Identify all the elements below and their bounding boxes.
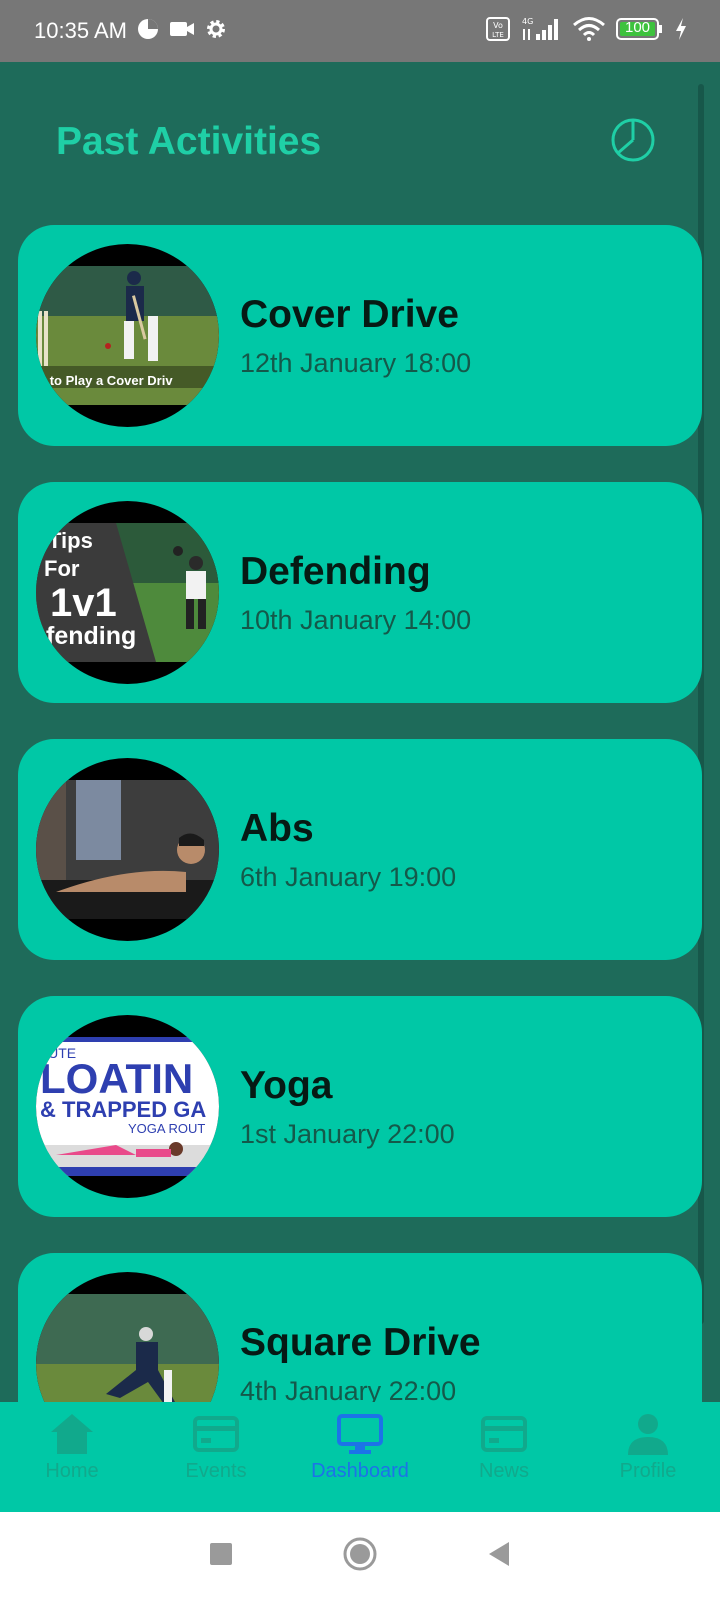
nav-item-news[interactable]: News [432,1402,576,1512]
activity-date: 6th January 19:00 [240,862,457,892]
history-icon[interactable] [610,117,656,163]
nav-label: Events [185,1460,247,1482]
activity-thumbnail: w to Play a Cover Driv [36,244,219,427]
activity-date: 1st January 22:00 [240,1119,455,1149]
system-navigation-bar [0,1512,720,1600]
activity-title: Cover Drive [240,293,459,336]
thumbnail-caption: fending [46,622,137,650]
pie-icon [137,18,159,45]
battery-level: 100 [624,18,651,36]
battery-icon: 100 [616,17,664,46]
nav-label: News [478,1460,529,1482]
nav-label: Home [45,1460,99,1482]
activity-date: 10th January 14:00 [240,605,472,635]
activity-card[interactable]: Abs 6th January 19:00 [18,739,702,960]
bottom-navigation: Home Events Dashboard News Profile [0,1402,720,1512]
activity-date: 4th January 22:00 [240,1376,457,1402]
nav-item-events[interactable]: Events [144,1402,288,1512]
thumbnail-caption: For [44,556,80,581]
volte-icon: Vo LTE [486,16,510,46]
activity-card[interactable]: NUTE LOATIN & TRAPPED GA YOGA ROUT Yoga … [18,996,702,1217]
thumbnail-caption: 1v1 [50,581,117,625]
svg-text:LTE: LTE [492,31,504,39]
back-button[interactable] [487,1541,511,1572]
page-title: Past Activities [56,120,322,163]
thumbnail-caption: Tips [48,528,93,553]
activity-title: Abs [240,807,314,850]
recents-button[interactable] [209,1542,233,1571]
activity-date: 12th January 18:00 [240,348,472,378]
status-bar: 10:35 AM Vo LTE 4G 100 [0,0,720,62]
home-icon [51,1414,93,1454]
nav-item-profile[interactable]: Profile [576,1402,720,1512]
activity-title: Defending [240,550,431,593]
nav-label: Profile [619,1460,677,1482]
activity-card[interactable]: w to Play a Cover Driv Cover Drive 12th … [18,225,702,446]
home-button[interactable] [343,1537,377,1576]
activity-list: w to Play a Cover Driv Cover Drive 12th … [18,225,702,1402]
card-icon [193,1416,239,1452]
wifi-icon [572,16,606,47]
activity-title: Square Drive [240,1321,481,1364]
thumbnail-caption: LOATIN [40,1055,194,1102]
activity-card[interactable]: Square Drive 4th January 22:00 [18,1253,702,1402]
activity-thumbnail: Tips For 1v1 fending [36,501,219,684]
video-icon [169,19,195,44]
activity-thumbnail: NUTE LOATIN & TRAPPED GA YOGA ROUT [36,1015,219,1198]
svg-text:4G: 4G [522,17,533,26]
thumbnail-caption: & TRAPPED GA [40,1097,207,1122]
monitor-icon [337,1414,383,1454]
charging-icon [674,17,688,46]
nav-item-dashboard[interactable]: Dashboard [288,1402,432,1512]
nav-item-home[interactable]: Home [0,1402,144,1512]
person-icon [628,1414,668,1455]
activity-card[interactable]: Tips For 1v1 fending Defending 10th Janu… [18,482,702,703]
activity-thumbnail [36,1272,219,1402]
status-time: 10:35 AM [34,18,127,43]
signal-icon: 4G [520,16,562,47]
svg-text:Vo: Vo [493,21,503,30]
gear-icon [205,18,227,45]
thumbnail-caption: w to Play a Cover Driv [36,373,173,388]
content-area[interactable]: Past Activities w to Play a Cover Driv C… [0,62,720,1402]
activity-title: Yoga [240,1064,333,1107]
activity-thumbnail [36,758,219,941]
thumbnail-caption: YOGA ROUT [128,1121,206,1136]
nav-label: Dashboard [311,1460,409,1482]
card-icon [481,1416,527,1452]
